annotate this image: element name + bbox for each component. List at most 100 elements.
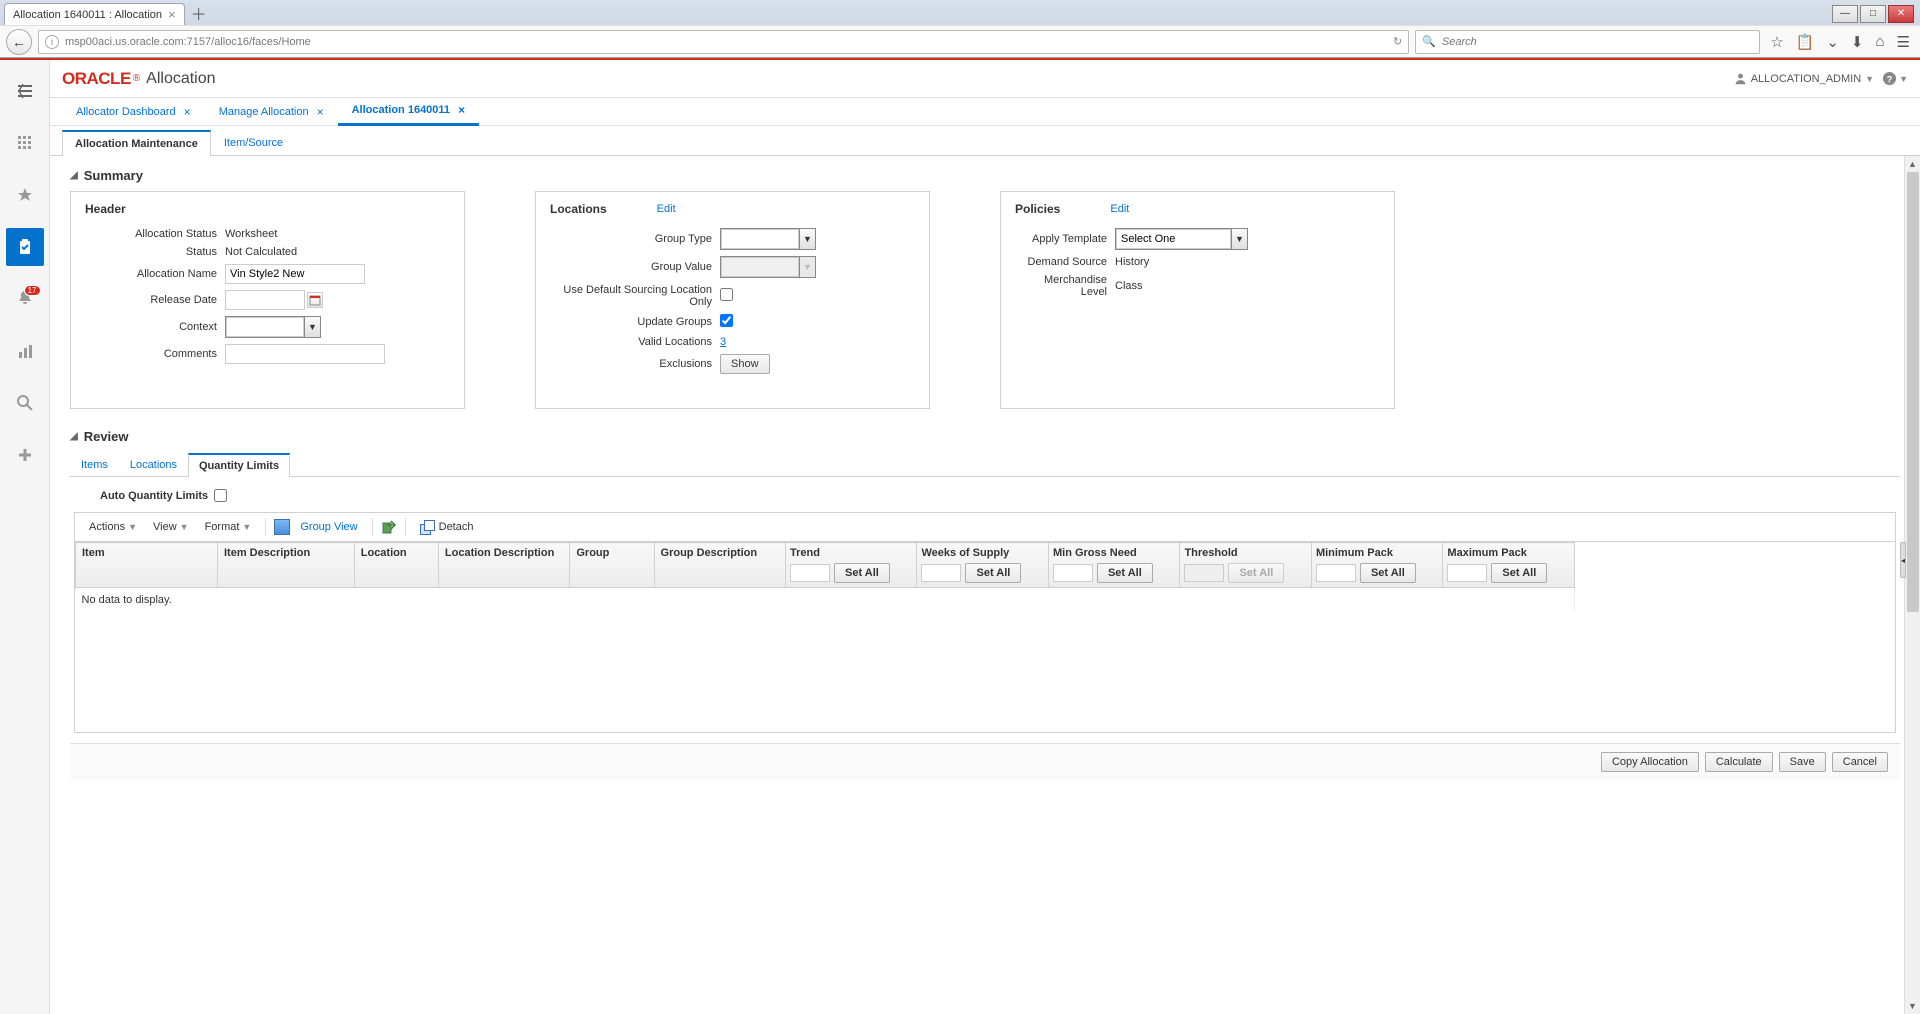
browser-search-bar[interactable]: 🔍 bbox=[1415, 30, 1760, 54]
subtab-allocation-maintenance[interactable]: Allocation Maintenance bbox=[62, 130, 211, 156]
col-item-description[interactable]: Item Description bbox=[218, 543, 355, 588]
chevron-down-icon[interactable]: ▼ bbox=[799, 229, 815, 249]
rail-apps-button[interactable] bbox=[6, 124, 44, 162]
window-close-button[interactable]: ✕ bbox=[1888, 5, 1914, 23]
chevron-down-icon[interactable]: ▼ bbox=[1231, 229, 1247, 249]
new-tab-button[interactable]: ＋ bbox=[191, 1, 207, 25]
update-groups-checkbox[interactable] bbox=[720, 314, 733, 327]
use-default-sourcing-checkbox[interactable] bbox=[720, 288, 733, 301]
col-location-description[interactable]: Location Description bbox=[438, 543, 569, 588]
site-info-icon[interactable]: i bbox=[45, 35, 59, 49]
browser-back-button[interactable]: ← bbox=[6, 29, 32, 55]
tab-close-icon[interactable]: × bbox=[184, 105, 191, 119]
scroll-thumb[interactable] bbox=[1907, 172, 1919, 612]
scroll-up-arrow[interactable]: ▲ bbox=[1905, 156, 1920, 172]
summary-section-header[interactable]: ◢ Summary bbox=[70, 168, 1900, 183]
min-pack-set-all-button[interactable]: Set All bbox=[1360, 563, 1416, 583]
scroll-down-arrow[interactable]: ▼ bbox=[1905, 998, 1920, 1014]
locations-edit-link[interactable]: Edit bbox=[657, 203, 676, 215]
url-bar[interactable]: i msp00aci.us.oracle.com:7157/alloc16/fa… bbox=[38, 30, 1409, 54]
pocket-icon[interactable]: ⌄ bbox=[1826, 33, 1839, 51]
rail-reports-button[interactable] bbox=[6, 332, 44, 370]
rail-tasks-button[interactable] bbox=[6, 228, 44, 266]
rail-toggle-button[interactable] bbox=[6, 72, 44, 110]
max-pack-set-all-button[interactable]: Set All bbox=[1491, 563, 1547, 583]
window-minimize-button[interactable]: — bbox=[1832, 5, 1858, 23]
home-icon[interactable]: ⌂ bbox=[1875, 33, 1884, 51]
apply-template-input[interactable] bbox=[1116, 229, 1231, 249]
col-min-gross-need[interactable]: Min Gross Need Set All bbox=[1048, 543, 1179, 588]
allocation-name-input[interactable] bbox=[225, 264, 365, 284]
chevron-down-icon[interactable]: ▼ bbox=[304, 317, 320, 337]
actions-menu[interactable]: Actions ▼ bbox=[83, 519, 143, 535]
cancel-button[interactable]: Cancel bbox=[1832, 752, 1888, 772]
rail-favorites-button[interactable] bbox=[6, 176, 44, 214]
auto-quantity-limits-checkbox[interactable] bbox=[214, 489, 227, 502]
col-trend[interactable]: Trend Set All bbox=[786, 543, 917, 588]
calculate-button[interactable]: Calculate bbox=[1705, 752, 1773, 772]
release-date-input[interactable] bbox=[225, 290, 305, 310]
comments-input[interactable] bbox=[225, 344, 385, 364]
subtab-item-source[interactable]: Item/Source bbox=[211, 130, 296, 155]
help-button[interactable]: ? ▼ bbox=[1882, 71, 1908, 86]
bookmark-star-icon[interactable]: ☆ bbox=[1770, 33, 1783, 51]
group-type-input[interactable] bbox=[721, 229, 799, 249]
min-pack-set-all-input[interactable] bbox=[1316, 564, 1356, 582]
user-menu[interactable]: ALLOCATION_ADMIN ▼ bbox=[1734, 72, 1874, 85]
export-icon[interactable] bbox=[381, 519, 397, 535]
hamburger-menu-icon[interactable]: ☰ bbox=[1897, 33, 1910, 51]
window-maximize-button[interactable]: □ bbox=[1860, 5, 1886, 23]
refresh-icon[interactable]: ↻ bbox=[1393, 35, 1402, 48]
vertical-scrollbar[interactable]: ▲ ▼ ◂ bbox=[1904, 156, 1920, 1014]
tab-allocator-dashboard[interactable]: Allocator Dashboard × bbox=[62, 98, 205, 126]
review-tab-quantity-limits[interactable]: Quantity Limits bbox=[188, 453, 290, 477]
view-menu[interactable]: View ▼ bbox=[147, 519, 195, 535]
table-icon[interactable] bbox=[274, 519, 290, 535]
policies-edit-link[interactable]: Edit bbox=[1110, 203, 1129, 215]
panel-splitter-handle[interactable]: ◂ bbox=[1900, 542, 1906, 578]
downloads-icon[interactable]: ⬇ bbox=[1851, 33, 1864, 51]
tab-close-icon[interactable]: × bbox=[317, 105, 324, 119]
min-gross-set-all-input[interactable] bbox=[1053, 564, 1093, 582]
detach-button[interactable]: Detach bbox=[414, 517, 480, 537]
context-input[interactable] bbox=[226, 317, 304, 337]
rail-add-button[interactable] bbox=[6, 436, 44, 474]
col-group[interactable]: Group bbox=[570, 543, 654, 588]
tab-manage-allocation[interactable]: Manage Allocation × bbox=[205, 98, 338, 126]
review-section-header[interactable]: ◢ Review bbox=[70, 429, 1900, 444]
rail-search-button[interactable] bbox=[6, 384, 44, 422]
clipboard-icon[interactable]: 📋 bbox=[1796, 33, 1815, 51]
group-view-link[interactable]: Group View bbox=[294, 521, 363, 533]
weeks-set-all-button[interactable]: Set All bbox=[965, 563, 1021, 583]
col-location[interactable]: Location bbox=[354, 543, 438, 588]
save-button[interactable]: Save bbox=[1779, 752, 1826, 772]
col-item[interactable]: Item bbox=[76, 543, 218, 588]
scroll-track[interactable] bbox=[1905, 612, 1920, 998]
calendar-icon[interactable] bbox=[307, 292, 323, 308]
valid-locations-link[interactable]: 3 bbox=[720, 336, 726, 348]
col-weeks-of-supply[interactable]: Weeks of Supply Set All bbox=[917, 543, 1048, 588]
group-type-select[interactable]: ▼ bbox=[720, 228, 816, 250]
min-gross-set-all-button[interactable]: Set All bbox=[1097, 563, 1153, 583]
apply-template-select[interactable]: ▼ bbox=[1115, 228, 1248, 250]
show-exclusions-button[interactable]: Show bbox=[720, 354, 770, 374]
max-pack-set-all-input[interactable] bbox=[1447, 564, 1487, 582]
quantity-limits-table-container[interactable]: Item Item Description Location Location … bbox=[74, 541, 1896, 733]
trend-set-all-input[interactable] bbox=[790, 564, 830, 582]
browser-tab[interactable]: Allocation 1640011 : Allocation × bbox=[4, 3, 185, 25]
rail-notifications-button[interactable]: 17 bbox=[6, 280, 44, 318]
browser-tab-close-icon[interactable]: × bbox=[168, 7, 176, 22]
col-threshold[interactable]: Threshold Set All bbox=[1180, 543, 1311, 588]
weeks-set-all-input[interactable] bbox=[921, 564, 961, 582]
review-tab-items[interactable]: Items bbox=[70, 453, 119, 476]
tab-close-icon[interactable]: × bbox=[458, 103, 465, 117]
col-group-description[interactable]: Group Description bbox=[654, 543, 785, 588]
context-select[interactable]: ▼ bbox=[225, 316, 321, 338]
col-maximum-pack[interactable]: Maximum Pack Set All bbox=[1443, 543, 1575, 588]
review-tab-locations[interactable]: Locations bbox=[119, 453, 188, 476]
format-menu[interactable]: Format ▼ bbox=[199, 519, 258, 535]
tab-allocation-detail[interactable]: Allocation 1640011 × bbox=[338, 98, 479, 126]
trend-set-all-button[interactable]: Set All bbox=[834, 563, 890, 583]
browser-search-input[interactable] bbox=[1442, 36, 1753, 48]
copy-allocation-button[interactable]: Copy Allocation bbox=[1601, 752, 1699, 772]
